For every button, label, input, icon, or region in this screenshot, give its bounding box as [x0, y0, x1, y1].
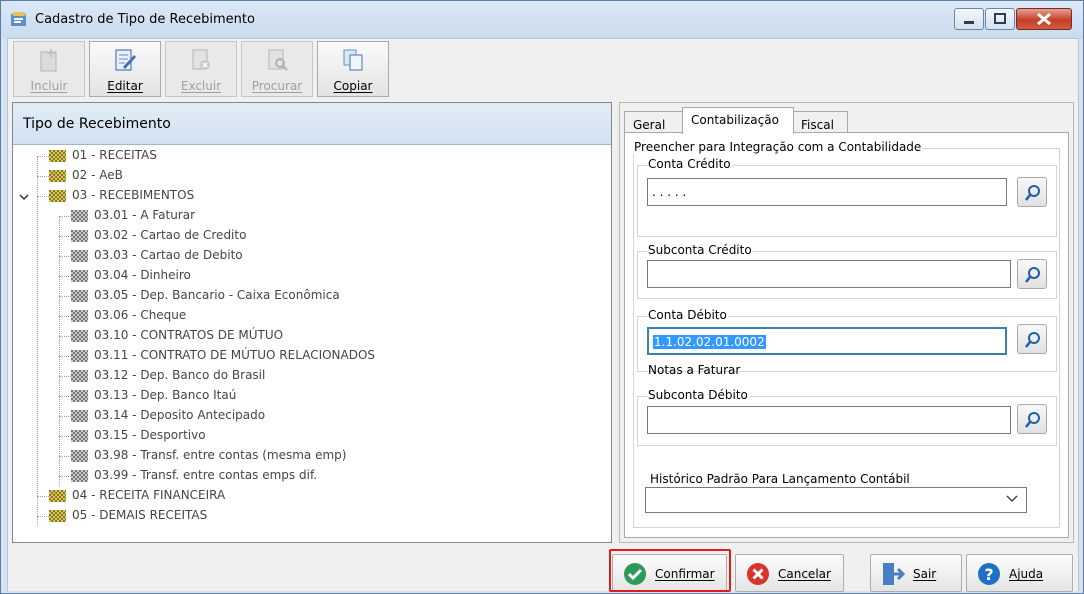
window-title: Cadastro de Tipo de Recebimento — [35, 12, 255, 27]
tab-geral[interactable]: Geral — [624, 111, 684, 133]
conta-debito-search-button[interactable] — [1017, 324, 1047, 354]
item-icon — [71, 310, 88, 322]
minimize-button[interactable] — [954, 8, 984, 30]
item-icon — [71, 230, 88, 242]
maximize-button[interactable] — [985, 8, 1015, 30]
folder-icon — [49, 190, 66, 202]
action-bar: Confirmar Cancelar Sair ? Ajuda — [8, 551, 1078, 592]
maximize-icon — [994, 13, 1006, 24]
item-icon — [71, 210, 88, 222]
item-icon — [71, 410, 88, 422]
subconta-credito-input[interactable] — [647, 260, 1011, 288]
item-icon — [71, 370, 88, 382]
item-icon — [71, 430, 88, 442]
search-icon — [1025, 332, 1040, 348]
title-bar: Cadastro de Tipo de Recebimento — [1, 1, 1083, 39]
edit-document-icon — [115, 49, 136, 71]
folder-icon — [49, 490, 66, 502]
close-button[interactable] — [1016, 8, 1072, 30]
copiar-button[interactable]: Copiar — [317, 41, 389, 97]
folder-icon — [49, 510, 66, 522]
item-icon — [71, 270, 88, 282]
conta-debito-label: Conta Débito — [647, 308, 728, 322]
tab-content-contabilizacao: Preencher para Integração com a Contabil… — [624, 132, 1069, 538]
conta-credito-search-button[interactable] — [1017, 177, 1047, 207]
cancelar-button[interactable]: Cancelar — [735, 554, 844, 592]
integration-group-label: Preencher para Integração com a Contabil… — [633, 140, 923, 154]
excluir-button[interactable]: Excluir — [165, 41, 237, 97]
item-icon — [71, 350, 88, 362]
conta-credito-label: Conta Crédito — [647, 157, 732, 171]
close-icon — [1037, 12, 1051, 26]
svg-text:?: ? — [984, 565, 993, 584]
item-icon — [71, 450, 88, 462]
subconta-debito-input[interactable] — [647, 406, 1011, 434]
subconta-debito-search-button[interactable] — [1017, 404, 1047, 434]
editar-button[interactable]: Editar — [89, 41, 161, 97]
ajuda-button[interactable]: ? Ajuda — [966, 554, 1073, 592]
copy-icon — [343, 49, 363, 71]
client-area: Incluir Editar Excluir Procurar Copiar T… — [7, 38, 1079, 592]
cancel-circle-icon — [747, 563, 769, 585]
item-icon — [71, 330, 88, 342]
historico-select[interactable] — [645, 487, 1027, 513]
search-icon — [1025, 185, 1040, 201]
incluir-button[interactable]: Incluir — [13, 41, 85, 97]
subconta-debito-label: Subconta Débito — [647, 388, 749, 402]
check-circle-icon — [624, 563, 646, 585]
search-document-icon — [268, 49, 288, 71]
app-icon — [11, 12, 26, 26]
subconta-credito-search-button[interactable] — [1017, 259, 1047, 289]
new-document-icon — [40, 49, 57, 72]
item-icon — [71, 390, 88, 402]
conta-debito-description: Notas a Faturar — [648, 363, 741, 377]
folder-icon — [49, 150, 66, 162]
item-icon — [71, 290, 88, 302]
app-window: Cadastro de Tipo de Recebimento Incluir … — [0, 0, 1084, 594]
search-icon — [1025, 267, 1040, 283]
help-icon: ? — [978, 563, 1000, 585]
procurar-button[interactable]: Procurar — [241, 41, 313, 97]
tree-header: Tipo de Recebimento — [13, 103, 611, 145]
search-icon — [1025, 412, 1040, 428]
subconta-credito-label: Subconta Crédito — [647, 243, 753, 257]
conta-debito-input[interactable]: 1.1.02.02.01.0002 — [647, 327, 1007, 355]
details-panel: Geral Contabilização Fiscal Preencher pa… — [619, 102, 1074, 543]
chevron-down-icon — [1006, 495, 1018, 502]
minimize-icon — [964, 21, 974, 24]
tree-view[interactable]: 01 - RECEITAS 02 - AeB 03 - RECEBIMENTOS… — [13, 146, 611, 542]
sair-button[interactable]: Sair — [870, 554, 962, 592]
expand-chevron-icon[interactable] — [19, 192, 29, 202]
delete-document-icon — [192, 49, 210, 70]
tree-panel: Tipo de Recebimento 01 - RECEITAS 02 - A… — [12, 102, 612, 543]
confirmar-button[interactable]: Confirmar — [612, 554, 727, 592]
exit-icon — [883, 563, 905, 585]
tab-fiscal[interactable]: Fiscal — [792, 111, 848, 133]
historico-label: Histórico Padrão Para Lançamento Contábi… — [649, 472, 911, 486]
item-icon — [71, 250, 88, 262]
item-icon — [71, 470, 88, 482]
folder-icon — [49, 170, 66, 182]
conta-credito-input[interactable]: . . . . . — [647, 178, 1007, 206]
tab-contabilizacao[interactable]: Contabilização — [682, 107, 794, 134]
